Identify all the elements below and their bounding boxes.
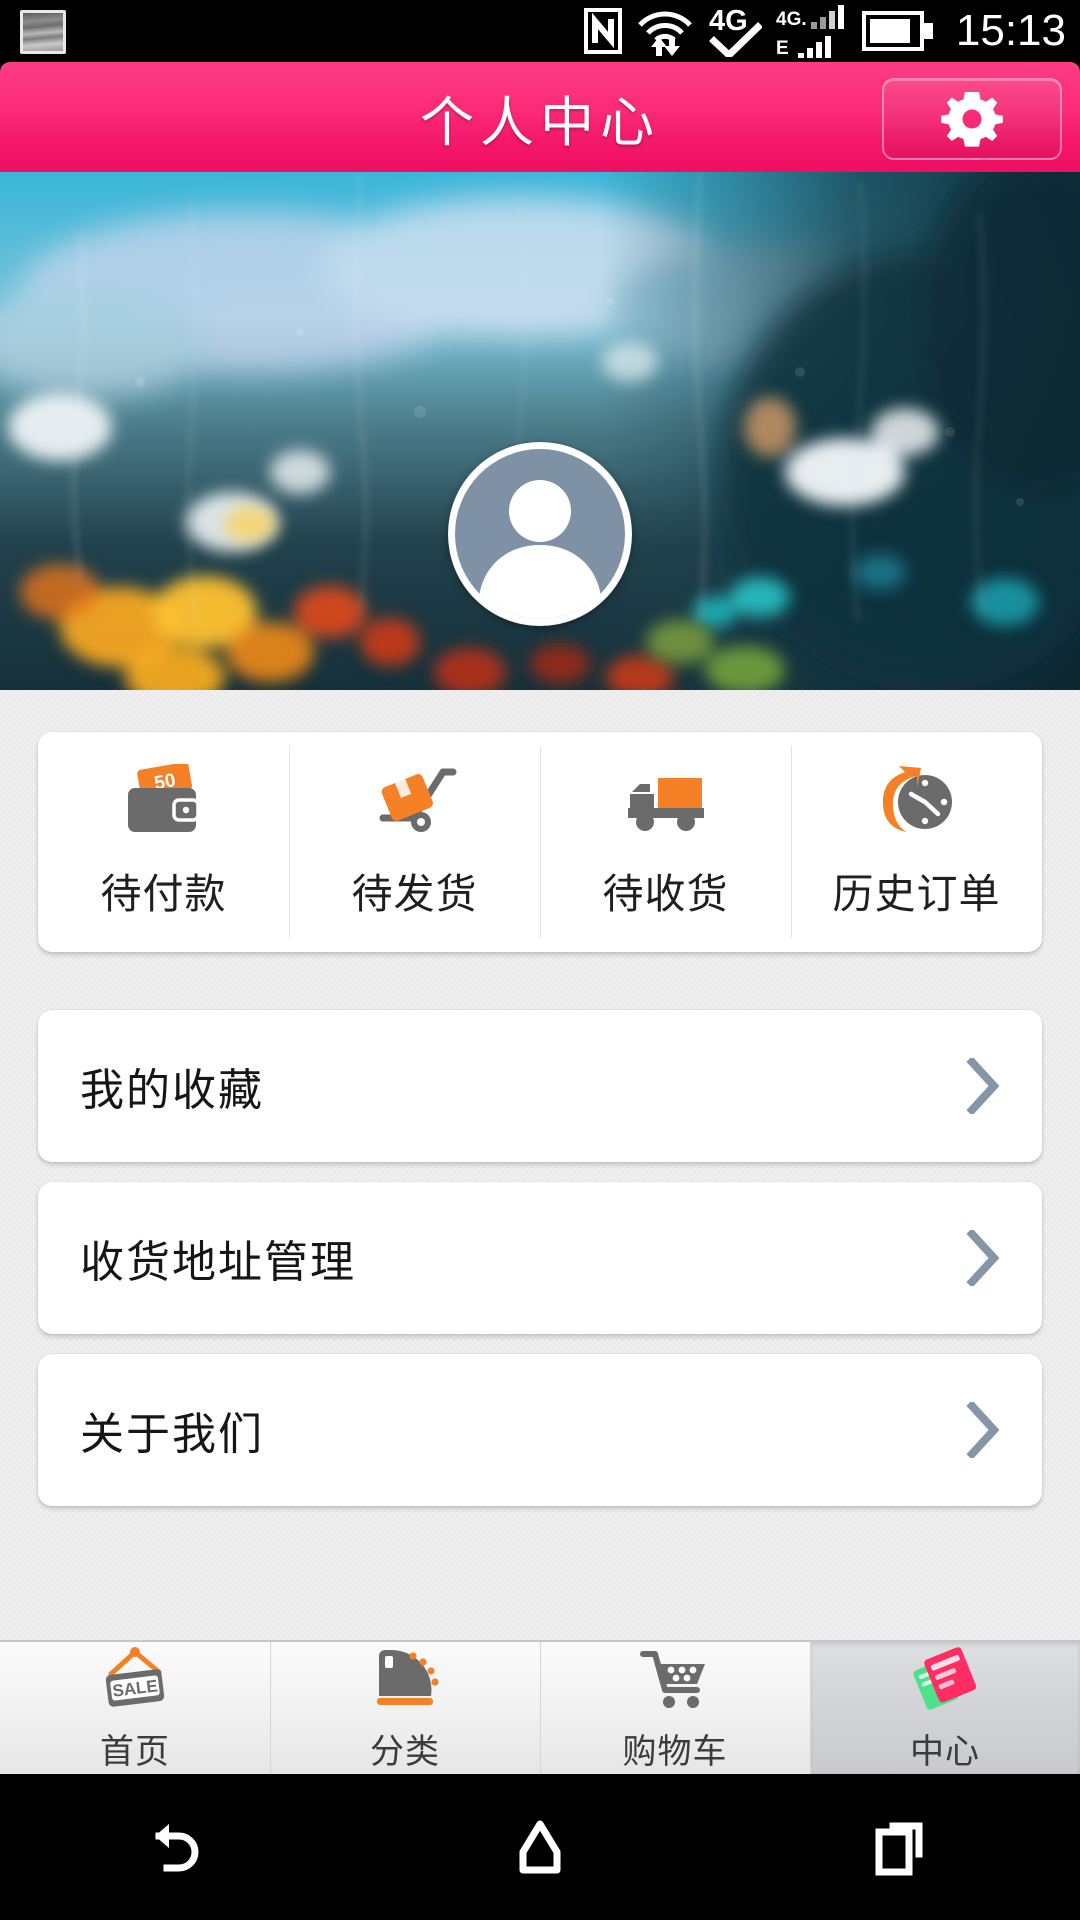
home-icon xyxy=(519,1820,561,1874)
dual-sim-signal-group: 4G. E xyxy=(776,4,848,59)
nfc-icon xyxy=(583,8,622,54)
nav-back-button[interactable] xyxy=(0,1810,360,1884)
sale-tag-icon: SALE xyxy=(95,1644,175,1712)
battery-icon xyxy=(861,11,933,51)
app-header: 个人中心 xyxy=(0,62,1080,172)
tab-label: 中心 xyxy=(910,1731,980,1772)
back-arrow-icon xyxy=(155,1824,199,1872)
network-4g-icon: 4G xyxy=(709,5,762,57)
chevron-right-icon xyxy=(966,1402,1000,1458)
order-label: 待发货 xyxy=(351,870,478,918)
chevron-right-icon xyxy=(966,1230,1000,1286)
content-area: 50 待付款 待发货 待收货 历史订单 我的收藏 收货地址管理 关于我们 xyxy=(0,690,1080,1640)
android-navigation-bar xyxy=(0,1774,1080,1920)
tab-label: 购物车 xyxy=(622,1731,728,1772)
chevron-right-icon xyxy=(966,1058,1000,1114)
settings-button[interactable] xyxy=(882,78,1062,160)
status-bar-clock: 15:13 xyxy=(955,6,1066,55)
tab-label: 首页 xyxy=(100,1731,170,1772)
delivery-truck-icon xyxy=(620,764,712,838)
status-icons-group: 4G 4G. E 15:13 xyxy=(583,0,1066,62)
order-label: 待付款 xyxy=(100,870,227,918)
phone-screen: 4G 4G. E 15:13 个人中心 50 待付款 待发货 待收货 历史订单 … xyxy=(0,0,1080,1920)
order-cell-pending-shipment[interactable]: 待发货 xyxy=(289,732,540,952)
menu-item-label: 我的收藏 xyxy=(80,1065,264,1116)
profile-banner[interactable]: 点击此处登录 xyxy=(0,172,1080,690)
nav-home-button[interactable] xyxy=(360,1810,720,1884)
tab-center[interactable]: 中心 xyxy=(810,1642,1080,1774)
order-cell-order-history[interactable]: 历史订单 xyxy=(791,732,1042,952)
bottom-tab-bar: SALE 首页 分类 购物车 中心 xyxy=(0,1640,1080,1774)
shopping-cart-icon xyxy=(635,1644,715,1712)
gear-icon xyxy=(941,92,1003,147)
sim2-edge-signal-icon: E xyxy=(776,35,831,59)
menu-item-about-us[interactable]: 关于我们 xyxy=(38,1354,1042,1506)
hand-truck-icon xyxy=(369,764,461,838)
svg-text:4G: 4G xyxy=(709,5,748,37)
order-cell-pending-receipt[interactable]: 待收货 xyxy=(540,732,791,952)
menu-item-favorites[interactable]: 我的收藏 xyxy=(38,1010,1042,1162)
order-cell-pending-payment[interactable]: 50 待付款 xyxy=(38,732,289,952)
member-card-icon xyxy=(905,1644,985,1712)
menu-item-label: 收货地址管理 xyxy=(80,1237,356,1288)
gallery-thumbnail-icon xyxy=(20,10,66,54)
category-dome-icon xyxy=(365,1644,445,1712)
default-user-silhouette-icon xyxy=(479,480,601,619)
tab-cart[interactable]: 购物车 xyxy=(540,1642,810,1774)
recent-apps-icon xyxy=(875,1822,923,1876)
clock-history-icon xyxy=(871,764,963,838)
status-bar: 4G 4G. E 15:13 xyxy=(0,0,1080,62)
order-status-card: 50 待付款 待发货 待收货 历史订单 xyxy=(38,732,1042,952)
nav-recents-button[interactable] xyxy=(720,1810,1080,1884)
wallet-icon: 50 xyxy=(118,764,210,838)
tab-home[interactable]: SALE 首页 xyxy=(0,1642,270,1774)
svg-text:E: E xyxy=(776,38,789,59)
tab-label: 分类 xyxy=(370,1731,440,1772)
menu-item-label: 关于我们 xyxy=(80,1409,264,1460)
avatar[interactable] xyxy=(448,442,632,626)
sim1-4g-signal-icon: 4G. xyxy=(776,4,844,30)
menu-item-address-management[interactable]: 收货地址管理 xyxy=(38,1182,1042,1334)
svg-text:4G.: 4G. xyxy=(776,9,807,30)
wifi-data-transfer-icon xyxy=(638,11,692,56)
order-label: 待收货 xyxy=(602,870,729,918)
order-label: 历史订单 xyxy=(832,870,1001,918)
tab-category[interactable]: 分类 xyxy=(270,1642,540,1774)
